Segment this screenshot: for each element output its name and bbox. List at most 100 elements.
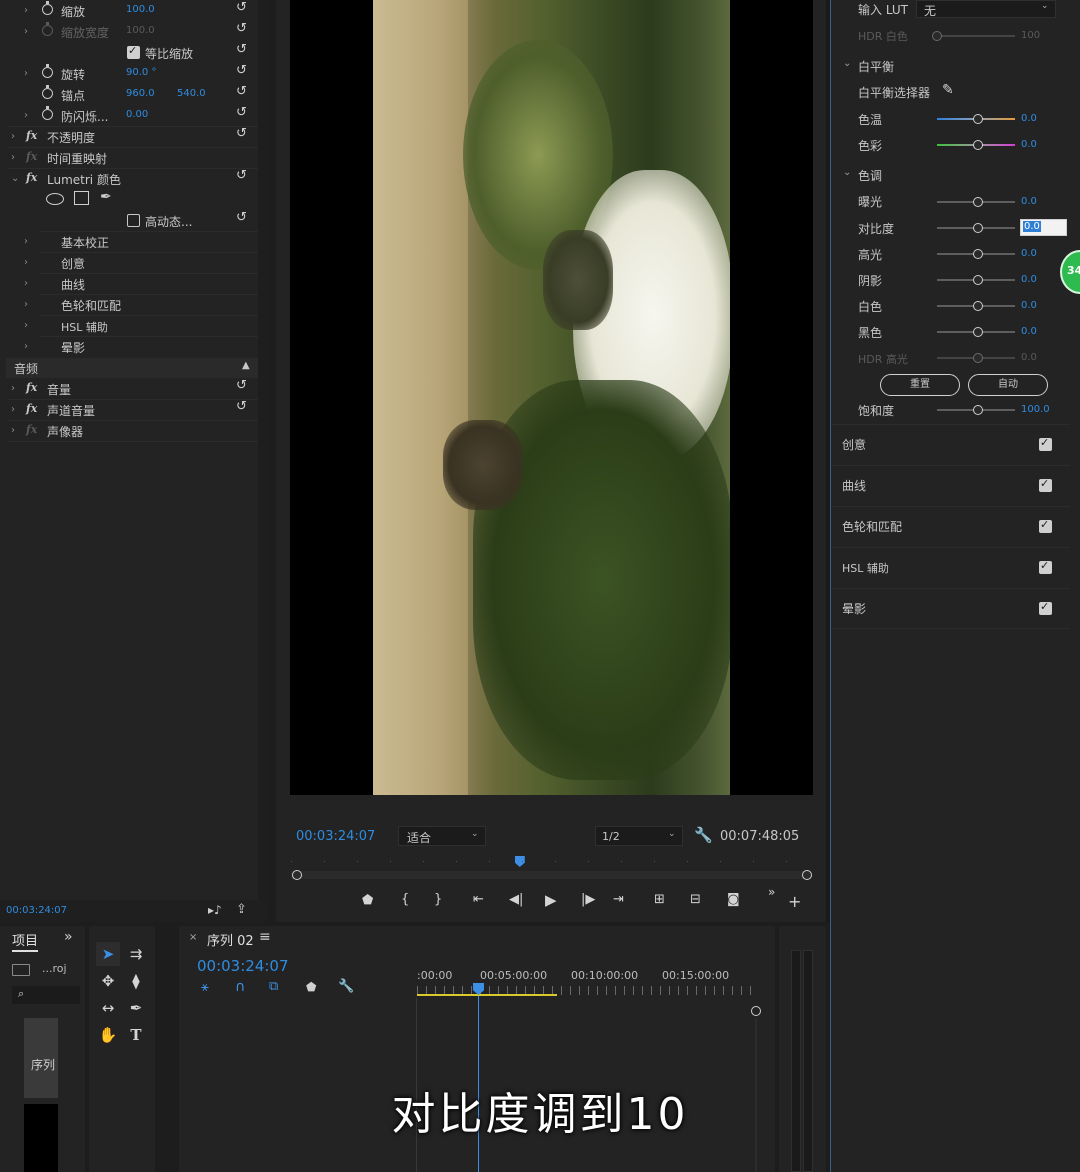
reset-icon[interactable]: ↺: [236, 64, 250, 78]
program-timecode[interactable]: 00:03:24:07: [296, 829, 375, 844]
panel-menu-icon[interactable]: »: [64, 929, 73, 945]
razor-tool-icon[interactable]: ⧫: [124, 969, 148, 993]
section-curves[interactable]: 曲线: [832, 465, 1070, 505]
nest-toggle-icon[interactable]: ⚹: [201, 980, 209, 995]
panner-row[interactable]: › fx 声像器: [0, 420, 258, 441]
extract-icon[interactable]: ⊟: [690, 892, 701, 907]
white-balance-header[interactable]: 白平衡: [858, 58, 894, 75]
hdr-checkbox[interactable]: [127, 214, 140, 227]
contrast-slider[interactable]: [973, 223, 983, 233]
tint-slider[interactable]: [973, 140, 983, 150]
timeline-marker-icon[interactable]: ⬟: [306, 980, 316, 994]
project-tab[interactable]: 项目: [12, 930, 39, 952]
stopwatch-icon[interactable]: [42, 106, 53, 120]
rotation-value[interactable]: 90.0 °: [126, 67, 156, 78]
reset-icon[interactable]: ↺: [236, 169, 250, 183]
contrast-input[interactable]: 0.0: [1020, 219, 1067, 236]
auto-button[interactable]: 自动: [968, 374, 1048, 396]
zoom-select[interactable]: 适合 ⌄: [398, 826, 486, 846]
reset-icon[interactable]: ↺: [236, 379, 250, 393]
blacks-slider[interactable]: [973, 327, 983, 337]
reset-icon[interactable]: ↺: [236, 127, 250, 141]
anchor-x-value[interactable]: 960.0: [126, 88, 155, 99]
filter-audio-icon[interactable]: ▸♪: [208, 903, 222, 917]
temperature-slider[interactable]: [973, 114, 983, 124]
hdr-white-slider[interactable]: [932, 31, 942, 41]
whites-slider[interactable]: [973, 301, 983, 311]
highlights-value[interactable]: 0.0: [1021, 248, 1037, 259]
work-area-bar[interactable]: [417, 994, 557, 996]
add-marker-icon[interactable]: ⬟: [362, 893, 373, 908]
pen-mask-icon[interactable]: ✒: [100, 189, 116, 205]
highlights-slider[interactable]: [973, 249, 983, 259]
scale-value[interactable]: 100.0: [126, 4, 155, 15]
time-remap-row[interactable]: › fx 时间重映射: [0, 147, 258, 168]
hand-tool-icon[interactable]: ✋: [96, 1023, 120, 1047]
rectangle-mask-icon[interactable]: [74, 191, 89, 205]
timeline-settings-wrench-icon[interactable]: 🔧: [338, 979, 354, 994]
close-icon[interactable]: ×: [189, 932, 197, 943]
snap-magnet-icon[interactable]: ∩: [235, 979, 245, 995]
reset-icon[interactable]: ↺: [236, 106, 250, 120]
hsl-row[interactable]: › HSL 辅助: [0, 315, 258, 336]
tab-menu-icon[interactable]: ≡: [259, 929, 271, 945]
saturation-value[interactable]: 100.0: [1021, 404, 1050, 415]
video-frame[interactable]: [290, 0, 813, 795]
project-search-input[interactable]: ⌕: [12, 986, 80, 1004]
section-color-wheels[interactable]: 色轮和匹配: [832, 506, 1070, 546]
reset-icon[interactable]: ↺: [236, 85, 250, 99]
step-back-icon[interactable]: ◀|: [509, 892, 523, 907]
section-hsl[interactable]: HSL 辅助: [832, 547, 1070, 587]
go-to-in-icon[interactable]: ⇤: [473, 892, 484, 907]
ripple-edit-tool-icon[interactable]: ✥: [96, 969, 120, 993]
export-frame-camera-icon[interactable]: ◙: [727, 892, 740, 907]
tint-value[interactable]: 0.0: [1021, 139, 1037, 150]
fx-icon[interactable]: fx: [26, 171, 37, 184]
timeline-timecode[interactable]: 00:03:24:07: [197, 957, 289, 975]
lift-icon[interactable]: ⊞: [654, 892, 665, 907]
creative-row[interactable]: › 创意: [0, 252, 258, 273]
fx-icon[interactable]: fx: [26, 129, 37, 142]
shadows-slider[interactable]: [973, 275, 983, 285]
linked-selection-icon[interactable]: ⧉: [269, 979, 278, 994]
reset-button[interactable]: 重置: [880, 374, 960, 396]
stopwatch-icon[interactable]: [42, 1, 53, 15]
section-vignette-checkbox[interactable]: [1039, 600, 1052, 615]
mark-in-icon[interactable]: {: [401, 892, 409, 907]
mark-out-icon[interactable]: }: [434, 892, 442, 907]
lumetri-row[interactable]: ⌄ fx Lumetri 颜色 ↺: [0, 168, 258, 189]
effect-controls-timecode[interactable]: 00:03:24:07: [6, 905, 67, 916]
reset-icon[interactable]: ↺: [236, 43, 250, 57]
section-creative[interactable]: 创意: [832, 424, 1070, 464]
ellipse-mask-icon[interactable]: [46, 193, 64, 205]
basic-correction-row[interactable]: › 基本校正: [0, 231, 258, 252]
section-creative-checkbox[interactable]: [1039, 436, 1052, 451]
color-wheels-row[interactable]: › 色轮和匹配: [0, 294, 258, 315]
resolution-select[interactable]: 1/2 ⌄: [595, 826, 683, 846]
step-forward-icon[interactable]: |▶: [581, 892, 595, 907]
time-ruler[interactable]: :00:00 00:05:00:00 00:10:00:00 00:15:00:…: [417, 966, 752, 998]
sequence-thumbnail[interactable]: 序列: [24, 1018, 58, 1098]
vignette-row[interactable]: › 晕影: [0, 336, 258, 357]
reset-icon[interactable]: ↺: [236, 1, 250, 15]
whites-value[interactable]: 0.0: [1021, 300, 1037, 311]
saturation-slider[interactable]: [973, 405, 983, 415]
anti-flicker-value[interactable]: 0.00: [126, 109, 148, 120]
button-editor-plus-icon[interactable]: +: [788, 892, 801, 911]
sequence-tab[interactable]: 序列 02: [207, 930, 254, 949]
fx-icon[interactable]: fx: [26, 381, 37, 394]
temperature-value[interactable]: 0.0: [1021, 113, 1037, 124]
track-select-tool-icon[interactable]: ⇉: [124, 942, 148, 966]
channel-volume-row[interactable]: › fx 声道音量 ↺: [0, 399, 258, 420]
eyedropper-icon[interactable]: ✎: [942, 82, 954, 98]
collapse-icon[interactable]: ▲: [242, 360, 250, 371]
reset-icon[interactable]: ↺: [236, 22, 250, 36]
shadows-value[interactable]: 0.0: [1021, 274, 1037, 285]
chevron-down-icon[interactable]: ⌄: [843, 167, 851, 178]
type-tool-icon[interactable]: T: [124, 1023, 148, 1047]
stopwatch-icon[interactable]: [42, 85, 53, 99]
reset-icon[interactable]: ↺: [236, 211, 250, 225]
blacks-value[interactable]: 0.0: [1021, 326, 1037, 337]
zoom-scroll-handle[interactable]: [751, 1006, 761, 1016]
volume-row[interactable]: › fx 音量 ↺: [0, 378, 258, 399]
